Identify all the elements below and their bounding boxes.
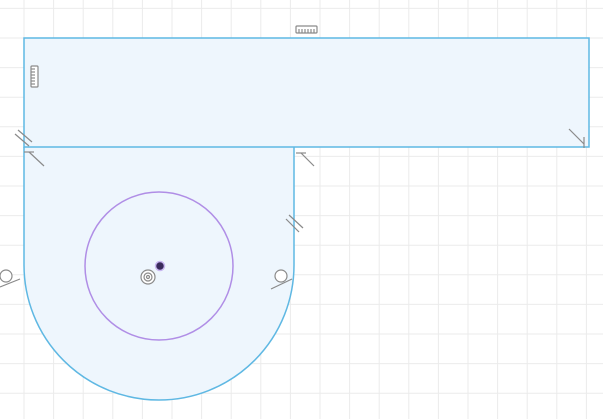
tangent-constraint-icon[interactable] (0, 269, 21, 288)
horizontal-constraint-icon[interactable] (295, 25, 318, 34)
concentric-constraint-icon[interactable] (140, 269, 156, 285)
circle-center-point[interactable] (154, 260, 166, 272)
vertical-constraint-icon[interactable] (30, 65, 39, 88)
sketch-viewport[interactable] (0, 0, 603, 419)
sketch-canvas[interactable] (0, 0, 603, 419)
perpendicular-constraint-icon[interactable] (296, 152, 315, 167)
sketch-profile-fill[interactable] (24, 38, 589, 400)
